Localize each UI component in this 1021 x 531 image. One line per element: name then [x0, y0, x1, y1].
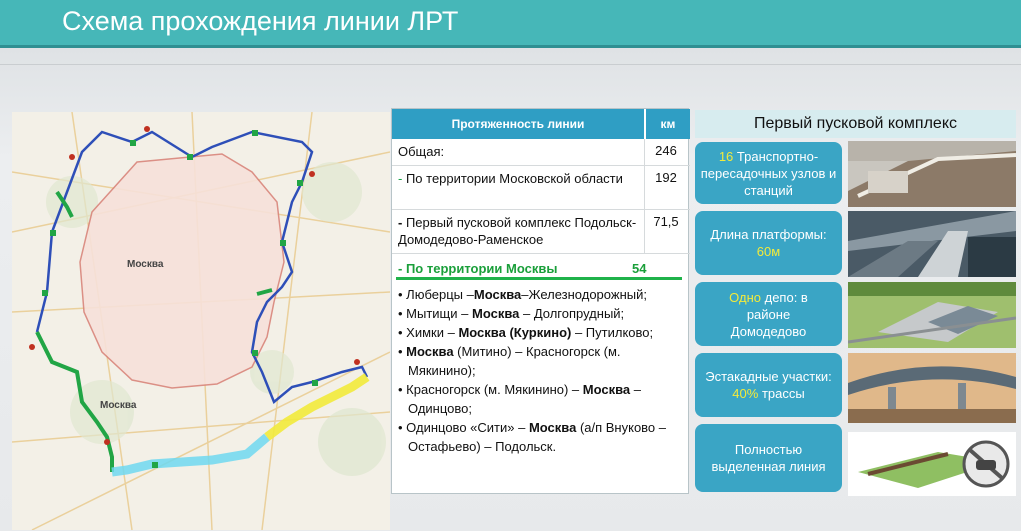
info-box-dedicated-line: Полностью выделенная линия	[695, 424, 842, 492]
header-bar: Схема прохождения линии ЛРТ	[0, 0, 1021, 48]
table-row: - По территории Московской области 192	[392, 166, 690, 210]
platform-photo	[848, 211, 1016, 277]
depot-photo	[848, 282, 1016, 348]
map-label-moscow-center: Москва	[127, 259, 164, 270]
map-label-moscow-left: Москва	[100, 400, 137, 411]
row-label-total: Общая:	[398, 144, 445, 159]
info-box-overpass: Эстакадные участки: 40% трассы	[695, 353, 842, 417]
row-label-first-complex: Первый пусковой комплекс Подольск-Домоде…	[398, 215, 637, 247]
first-complex-title: Первый пусковой комплекс	[695, 110, 1016, 138]
table-row: - Первый пусковой комплекс Подольск-Домо…	[392, 210, 690, 254]
table-row: Общая: 246	[392, 139, 690, 166]
route-list: • Люберцы –Москва–Железнодорожный; • Мыт…	[398, 285, 686, 456]
row-value-first-complex: 71,5	[653, 214, 679, 229]
divider	[0, 64, 1021, 65]
table-header-length: Протяженность линии	[392, 109, 644, 139]
station-photo	[848, 141, 1016, 207]
row-value-total: 246	[655, 143, 677, 158]
row-value-oblast: 192	[655, 170, 677, 185]
length-table: Протяженность линии км Общая: 246 - По т…	[391, 108, 690, 494]
list-item: • Одинцово «Сити» – Москва (а/п Внуково …	[398, 420, 667, 454]
table-header-km: км	[646, 109, 690, 139]
route-map: Москва Москва	[12, 112, 390, 530]
moscow-territory-label: - По территории Москвы	[398, 261, 558, 276]
moscow-territory-value: 54	[632, 261, 647, 276]
info-box-platform: Длина платформы: 60м	[695, 211, 842, 275]
map-graphic: Москва Москва	[12, 112, 390, 530]
overpass-photo	[848, 353, 1016, 423]
row-label-oblast: По территории Московской области	[405, 171, 623, 186]
info-box-depot: Одно депо: в районе Домодедово	[695, 282, 842, 346]
list-item: • Москва (Митино) – Красногорск (м. Мяки…	[398, 344, 621, 378]
list-item: • Мытищи – Москва – Долгопрудный;	[398, 306, 625, 321]
list-item: • Люберцы –Москва–Железнодорожный;	[398, 287, 647, 302]
list-item: • Красногорск (м. Мякинино) – Москва – О…	[398, 382, 642, 416]
info-box-interchanges: 16 Транспортно-пересадочных узлов и стан…	[695, 142, 842, 204]
list-item: • Химки – Москва (Куркино) – Путилково;	[398, 325, 654, 340]
dedicated-line-photo	[848, 432, 1016, 496]
page-title: Схема прохождения линии ЛРТ	[62, 6, 459, 36]
moscow-underline	[396, 277, 682, 280]
